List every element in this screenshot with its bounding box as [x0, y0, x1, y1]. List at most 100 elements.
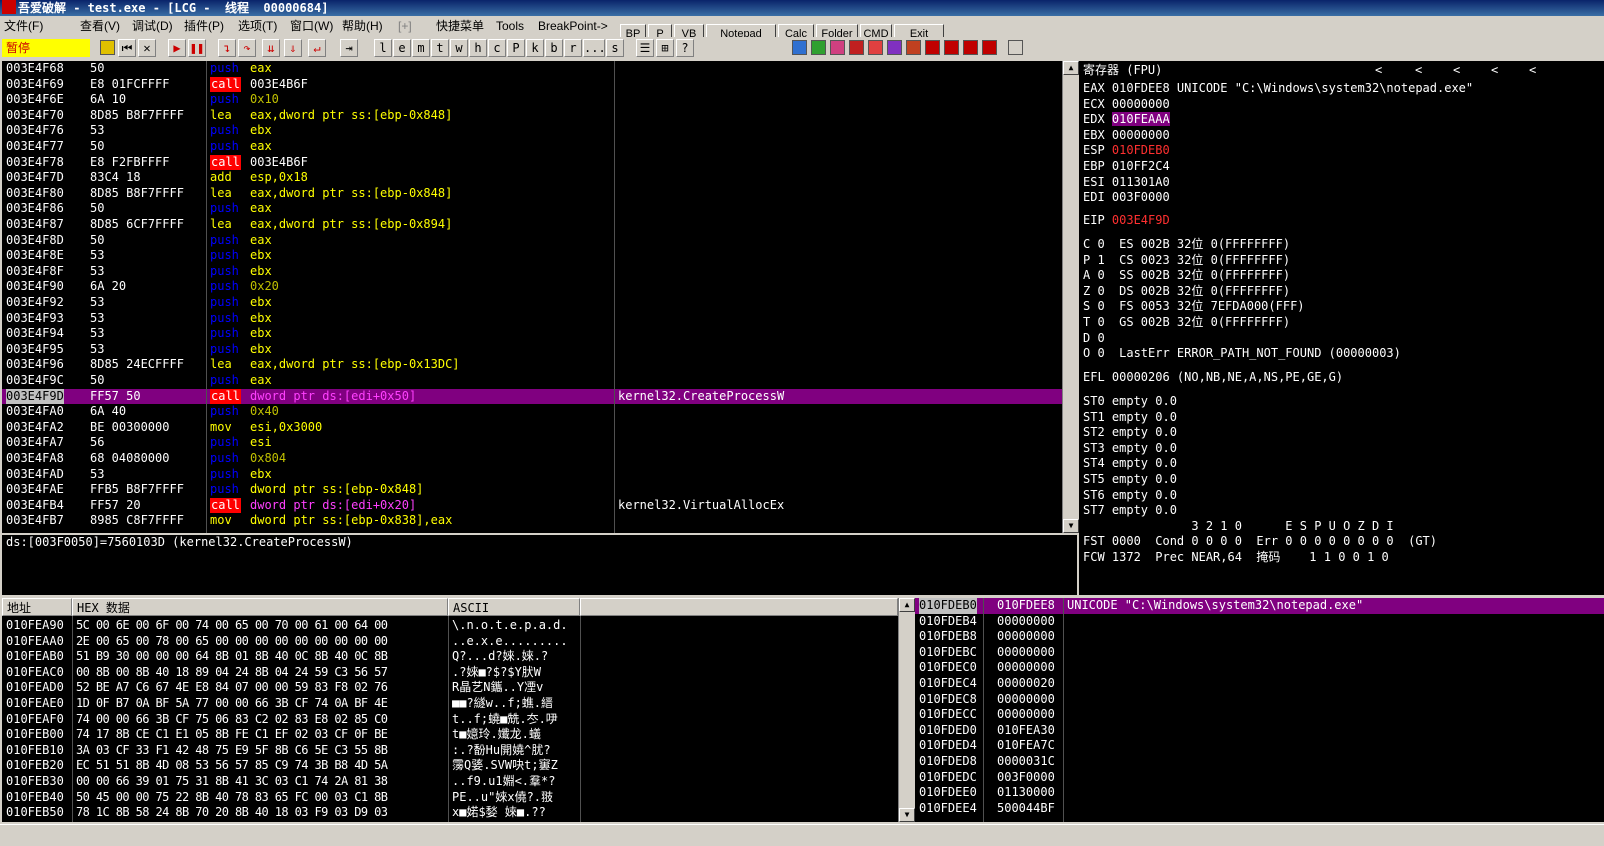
stack-row[interactable]: 010FDEB8 00000000	[915, 629, 1604, 645]
stack-row[interactable]: 010FDED4 010FEA7C	[915, 738, 1604, 754]
register-line[interactable]: O 0 LastErr ERROR_PATH_NOT_FOUND (000000…	[1083, 346, 1401, 362]
register-line[interactable]: EBP 010FF2C4	[1083, 159, 1170, 175]
dump-row[interactable]: 010FEAB0 51 B9 30 00 00 00 64 8B 01 8B 40…	[2, 649, 898, 665]
plugin-12-icon[interactable]	[1008, 40, 1023, 55]
dump-ascii-header[interactable]: ASCII	[448, 598, 580, 616]
register-line[interactable]: ST1 empty 0.0	[1083, 410, 1177, 426]
disasm-row[interactable]: 003E4F76 53 push ebx	[2, 123, 1062, 139]
disasm-row[interactable]: 003E4F80 8D85 B8F7FFFF lea eax,dword ptr ss…	[2, 186, 1062, 202]
register-line[interactable]: ST5 empty 0.0	[1083, 472, 1177, 488]
register-line[interactable]: ST2 empty 0.0	[1083, 425, 1177, 441]
disasm-row[interactable]: 003E4F7D 83C4 18 add esp,0x18	[2, 170, 1062, 186]
register-line[interactable]: D 0	[1083, 331, 1105, 347]
disasm-row[interactable]: 003E4F93 53 push ebx	[2, 311, 1062, 327]
register-line[interactable]: T 0 GS 002B 32位 0(FFFFFFFF)	[1083, 315, 1290, 331]
stack-row[interactable]: 010FDEC4 00000020	[915, 676, 1604, 692]
tb-references[interactable]: r	[564, 39, 582, 57]
stack-row[interactable]: 010FDEC8 00000000	[915, 692, 1604, 708]
dump-row[interactable]: 010FEB00 74 17 8B CE C1 E1 05 8B FE C1 EF…	[2, 727, 898, 743]
disasm-row[interactable]: 003E4F90 6A 20 push 0x20	[2, 279, 1062, 295]
disasm-row[interactable]: 003E4FA0 6A 40 push 0x40	[2, 404, 1062, 420]
plugin-7-icon[interactable]	[906, 40, 921, 55]
disasm-row[interactable]: 003E4FA8 68 04080000 push 0x804	[2, 451, 1062, 467]
stack-row[interactable]: 010FDEB0 010FDEE8 UNICODE "C:\Windows\syst…	[915, 598, 1604, 614]
execute-till-return-icon[interactable]: ↵	[308, 39, 326, 57]
disasm-row[interactable]: 003E4F87 8D85 6CF7FFFF lea eax,dword ptr ss…	[2, 217, 1062, 233]
disasm-row[interactable]: 003E4F92 53 push ebx	[2, 295, 1062, 311]
stack-row[interactable]: 010FDEE0 01130000	[915, 785, 1604, 801]
register-value[interactable]: 010FDEB0	[1112, 143, 1170, 157]
tb-runtrace[interactable]: ...	[583, 39, 606, 57]
options-icon[interactable]: ⊞	[656, 39, 674, 57]
tb-log[interactable]: l	[374, 39, 392, 57]
dump-row[interactable]: 010FEB20 EC 51 51 8B 4D 08 53 56 57 85 C9…	[2, 758, 898, 774]
dump-row[interactable]: 010FEAC0 00 8B 00 8B 40 18 89 04 24 8B 04…	[2, 665, 898, 681]
menu-view[interactable]: 查看(V)	[80, 16, 120, 36]
register-line[interactable]: EAX 010FDEE8 UNICODE "C:\Windows\system3…	[1083, 81, 1473, 97]
menu-breakpoint[interactable]: BreakPoint->	[538, 16, 608, 36]
register-line[interactable]: C 0 ES 002B 32位 0(FFFFFFFF)	[1083, 237, 1290, 253]
run-icon[interactable]: ▶	[168, 39, 186, 57]
dump-row[interactable]: 010FEB40 50 45 00 00 75 22 8B 40 78 83 65…	[2, 790, 898, 806]
dump-row[interactable]: 010FEAE0 1D 0F B7 0A BF 5A 77 00 00 66 3B…	[2, 696, 898, 712]
register-line[interactable]: ST3 empty 0.0	[1083, 441, 1177, 457]
register-line[interactable]: ESI 011301A0	[1083, 175, 1170, 191]
menu-tools[interactable]: Tools	[496, 16, 524, 36]
menu-file[interactable]: 文件(F)	[4, 16, 43, 36]
dump-scroll-down-icon[interactable]: ▼	[899, 808, 915, 822]
disasm-row[interactable]: 003E4FAD 53 push ebx	[2, 467, 1062, 483]
dump-row[interactable]: 010FEAD0 52 BE A7 C6 67 4E E8 84 07 00 00…	[2, 680, 898, 696]
register-line[interactable]: EFL 00000206 (NO,NB,NE,A,NS,PE,GE,G)	[1083, 370, 1343, 386]
tb-handles[interactable]: h	[469, 39, 487, 57]
register-line[interactable]: EDI 003F0000	[1083, 190, 1170, 206]
disasm-row[interactable]: 003E4F69 E8 01FCFFFF call 003E4B6F	[2, 76, 1062, 93]
register-line[interactable]: EBX 00000000	[1083, 128, 1170, 144]
disasm-row[interactable]: 003E4FB4 FF57 20 call dword ptr ds:[edi+0x2…	[2, 497, 1062, 514]
register-line[interactable]: FST 0000 Cond 0 0 0 0 Err 0 0 0 0 0 0 0 …	[1083, 534, 1437, 550]
register-line[interactable]: FCW 1372 Prec NEAR,64 掩码 1 1 0 0 1 0	[1083, 550, 1389, 566]
tb-modules[interactable]: e	[393, 39, 411, 57]
dump-row[interactable]: 010FEB30 00 00 66 39 01 75 31 8B 41 3C 03…	[2, 774, 898, 790]
disasm-row[interactable]: 003E4F95 53 push ebx	[2, 342, 1062, 358]
stack-row[interactable]: 010FDEB4 00000000	[915, 614, 1604, 630]
plugin-4-icon[interactable]	[849, 40, 864, 55]
tb-callstack[interactable]: k	[526, 39, 544, 57]
scroll-down-icon[interactable]: ▼	[1063, 519, 1079, 533]
plugin-9-icon[interactable]	[944, 40, 959, 55]
disasm-row[interactable]: 003E4F6E 6A 10 push 0x10	[2, 92, 1062, 108]
register-line[interactable]: ESP 010FDEB0	[1083, 143, 1170, 159]
plugin-5-icon[interactable]	[868, 40, 883, 55]
disasm-row[interactable]: 003E4F9C 50 push eax	[2, 373, 1062, 389]
disasm-row[interactable]: 003E4F8D 50 push eax	[2, 233, 1062, 249]
disasm-row[interactable]: 003E4F8E 53 push ebx	[2, 248, 1062, 264]
register-line[interactable]: EIP 003E4F9D	[1083, 213, 1170, 229]
plugin-8-icon[interactable]	[925, 40, 940, 55]
disasm-row[interactable]: 003E4F70 8D85 B8F7FFFF lea eax,dword ptr ss…	[2, 108, 1062, 124]
dump-row[interactable]: 010FEAF0 74 00 00 66 3B CF 75 06 83 C2 02…	[2, 712, 898, 728]
disasm-row[interactable]: 003E4F77 50 push eax	[2, 139, 1062, 155]
tb-patches[interactable]: P	[507, 39, 525, 57]
disasm-row[interactable]: 003E4F8F 53 push ebx	[2, 264, 1062, 280]
list-icon[interactable]: ☰	[636, 39, 654, 57]
menu-window[interactable]: 窗口(W)	[290, 16, 333, 36]
disasm-scrollbar[interactable]: ▲ ▼	[1062, 61, 1079, 533]
dump-scroll-up-icon[interactable]: ▲	[899, 598, 915, 612]
registers-pane[interactable]: 寄存器 (FPU) < < < < < EAX 010FDEE8 UNICODE…	[1079, 61, 1604, 595]
disasm-row[interactable]: 003E4FB7 8985 C8F7FFFF mov dword ptr ss:[eb…	[2, 513, 1062, 529]
register-line[interactable]: ST4 empty 0.0	[1083, 456, 1177, 472]
tb-breakpoints[interactable]: b	[545, 39, 563, 57]
disasm-row[interactable]: 003E4FA7 56 push esi	[2, 435, 1062, 451]
step-into-icon[interactable]: ↴	[218, 39, 236, 57]
menu-expand[interactable]: [+]	[398, 16, 412, 36]
disasm-row[interactable]: 003E4F68 50 push eax	[2, 61, 1062, 77]
register-line[interactable]: ST6 empty 0.0	[1083, 488, 1177, 504]
dump-row[interactable]: 010FEB10 3A 03 CF 33 F1 42 48 75 E9 5F 8B…	[2, 743, 898, 759]
plugin-3-icon[interactable]	[830, 40, 845, 55]
reg-arrow-4[interactable]: <	[1491, 61, 1498, 79]
register-line[interactable]: A 0 SS 002B 32位 0(FFFFFFFF)	[1083, 268, 1290, 284]
register-line[interactable]: Z 0 DS 002B 32位 0(FFFFFFFF)	[1083, 284, 1290, 300]
tb-cpu[interactable]: c	[488, 39, 506, 57]
register-line[interactable]: ST7 empty 0.0	[1083, 503, 1177, 519]
register-line[interactable]: ECX 00000000	[1083, 97, 1170, 113]
disasm-row[interactable]: 003E4F86 50 push eax	[2, 201, 1062, 217]
